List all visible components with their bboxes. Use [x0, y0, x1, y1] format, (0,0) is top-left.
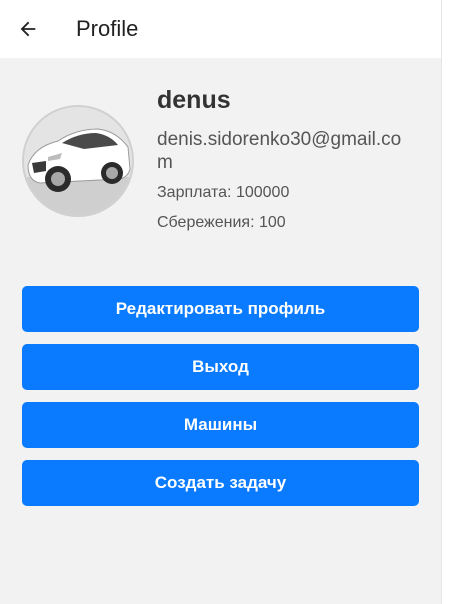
profile-name: denus — [157, 86, 231, 114]
savings-label: Сбережения: 100 — [157, 214, 286, 231]
profile-screen: Profile denus denis.sidorenko30@gmail.co… — [0, 0, 442, 604]
salary-label: Зарплата: 100000 — [157, 184, 290, 201]
profile-email: denis.sidorenko30@gmail.com — [157, 129, 402, 173]
car-photo — [24, 107, 132, 215]
edit-profile-button[interactable]: Редактировать профиль — [22, 286, 419, 332]
avatar — [22, 105, 134, 217]
app-bar: Profile — [0, 0, 441, 58]
logout-button[interactable]: Выход — [22, 344, 419, 390]
page-title: Profile — [76, 16, 139, 41]
create-task-button[interactable]: Создать задачу — [22, 460, 419, 506]
arrow-left-icon — [20, 21, 36, 37]
cars-button[interactable]: Машины — [22, 402, 419, 448]
back-button[interactable] — [16, 17, 40, 41]
